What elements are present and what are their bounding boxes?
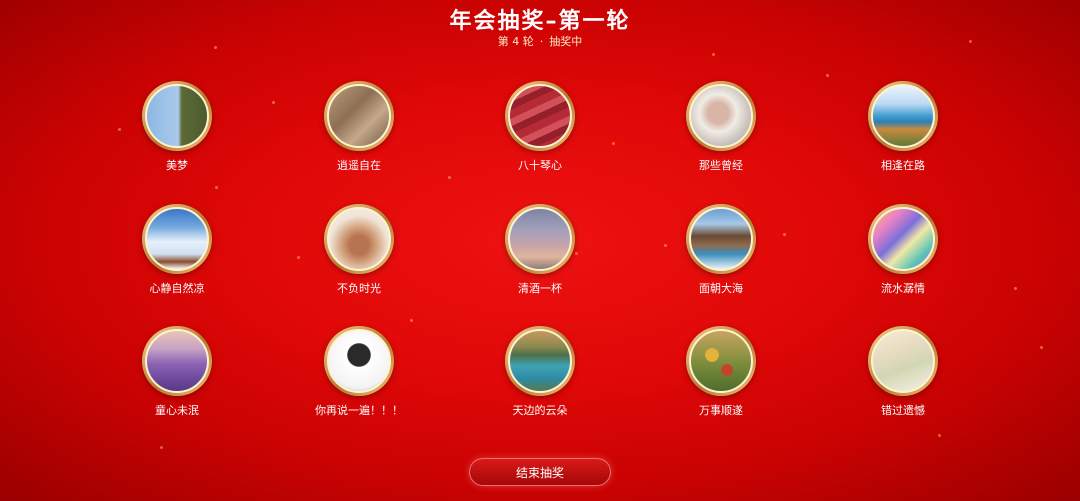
flower-bouquet-photo xyxy=(689,84,753,148)
coastal-cliff-photo xyxy=(871,84,935,148)
prize-card[interactable]: 相逢在路 xyxy=(843,81,963,173)
girl-sketch-photo xyxy=(327,329,391,393)
prize-card[interactable]: 你再说一遍！！！ xyxy=(299,326,419,418)
prize-card[interactable]: 面朝大海 xyxy=(661,204,781,296)
prize-label: 童心未泯 xyxy=(155,404,199,417)
prize-card[interactable]: 清酒一杯 xyxy=(480,204,600,296)
wildflowers-photo xyxy=(689,329,753,393)
avatar-frame xyxy=(142,204,212,274)
prize-card[interactable]: 万事顺遂 xyxy=(661,326,781,418)
red-stripes-photo xyxy=(508,84,572,148)
prize-label: 错过遗憾 xyxy=(881,404,925,417)
prize-card[interactable]: 八十琴心 xyxy=(480,81,600,173)
white-flowers-photo xyxy=(871,329,935,393)
avatar-frame xyxy=(142,81,212,151)
avatar-frame xyxy=(686,81,756,151)
prize-label: 你再说一遍！！！ xyxy=(315,404,403,417)
pastel-sky-photo xyxy=(508,207,572,271)
avatar-frame xyxy=(686,204,756,274)
prize-label: 流水潺情 xyxy=(881,282,925,295)
prize-card[interactable]: 逍遥自在 xyxy=(299,81,419,173)
avatar-frame xyxy=(686,326,756,396)
colorful-abstract-photo xyxy=(871,207,935,271)
prize-label: 天边的云朵 xyxy=(512,404,568,417)
avatar-frame xyxy=(324,204,394,274)
prize-label: 美梦 xyxy=(166,159,188,172)
prize-label: 相逢在路 xyxy=(881,159,925,172)
snowy-cabin-photo xyxy=(145,207,209,271)
prize-card[interactable]: 错过遗憾 xyxy=(843,326,963,418)
prize-label: 心静自然凉 xyxy=(149,282,205,295)
prize-card[interactable]: 心静自然凉 xyxy=(117,204,237,296)
lake-mountains-photo xyxy=(508,329,572,393)
prize-label: 不负时光 xyxy=(337,282,381,295)
sky-and-tree-photo xyxy=(145,84,209,148)
prize-label: 逍遥自在 xyxy=(337,159,381,172)
avatar-frame xyxy=(505,326,575,396)
avatar-frame xyxy=(868,204,938,274)
prize-card[interactable]: 童心未泯 xyxy=(117,326,237,418)
avatar-frame xyxy=(868,81,938,151)
avatar-frame xyxy=(868,326,938,396)
lavender-field-photo xyxy=(145,329,209,393)
prize-card[interactable]: 那些曾经 xyxy=(661,81,781,173)
prize-card[interactable]: 美梦 xyxy=(117,81,237,173)
prize-label: 万事顺遂 xyxy=(699,404,743,417)
prize-card[interactable]: 天边的云朵 xyxy=(480,326,600,418)
end-draw-button[interactable]: 结束抽奖 xyxy=(469,458,611,486)
prize-card[interactable]: 流水潺情 xyxy=(843,204,963,296)
prize-label: 清酒一杯 xyxy=(518,282,562,295)
prize-card[interactable]: 不负时光 xyxy=(299,204,419,296)
prize-label: 面朝大海 xyxy=(699,282,743,295)
avatar-frame xyxy=(142,326,212,396)
avatar-frame xyxy=(324,81,394,151)
prize-label: 八十琴心 xyxy=(518,159,562,172)
prize-grid: 美梦 逍遥自在 八十琴心 那些曾经 相逢在路 心静自然凉 不负时光 清酒一杯 面… xyxy=(0,0,1080,501)
avatar-frame xyxy=(505,81,575,151)
river-cliffs-photo xyxy=(689,207,753,271)
prize-label: 那些曾经 xyxy=(699,159,743,172)
spiky-shell-photo xyxy=(327,207,391,271)
autumn-branches-photo xyxy=(327,84,391,148)
avatar-frame xyxy=(324,326,394,396)
avatar-frame xyxy=(505,204,575,274)
